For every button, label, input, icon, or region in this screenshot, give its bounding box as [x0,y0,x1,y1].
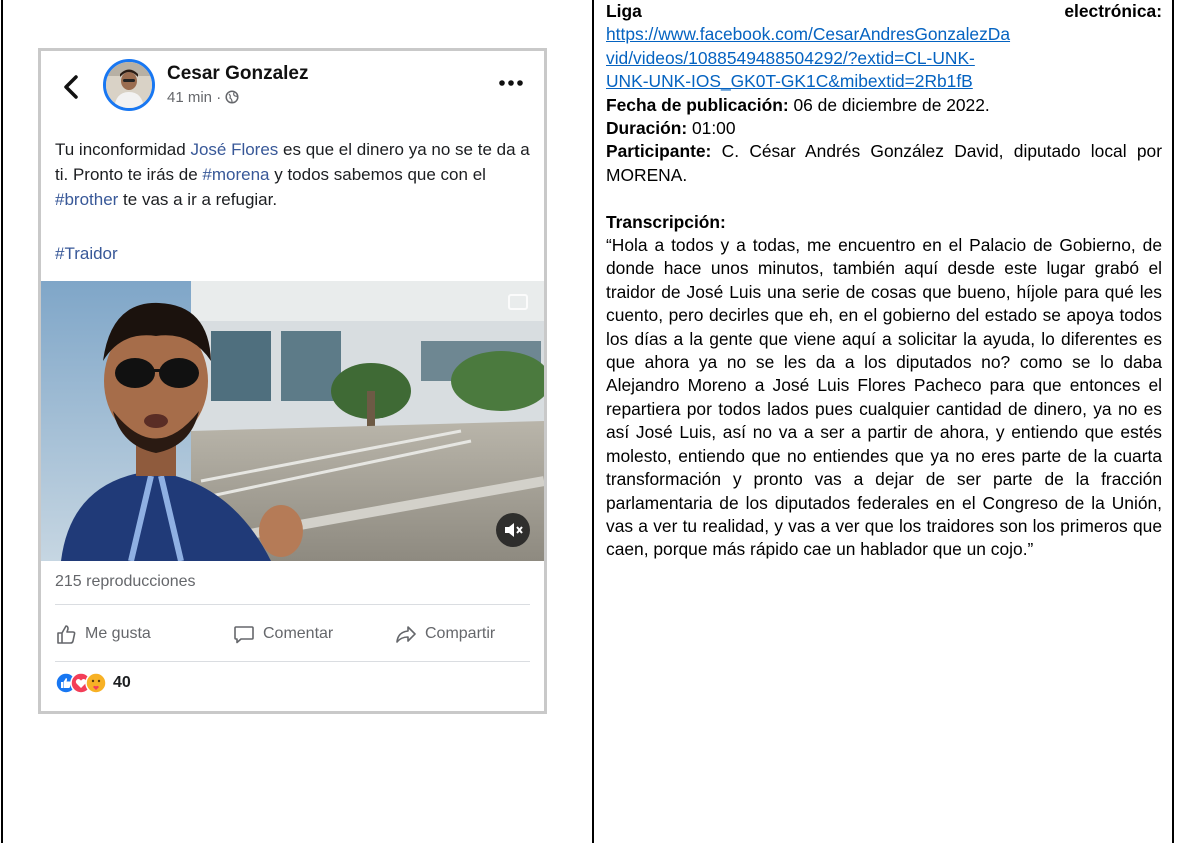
fecha-value: 06 de diciembre de 2022. [788,94,990,115]
video-frame [41,281,544,561]
share-arrow-icon [396,626,416,643]
transcription-text: “Hola a todos y a todas, me encuentro en… [606,235,1162,560]
post-action-bar: Me gusta Comentar Compartir [41,617,544,651]
url-line: https://www.facebook.com/CesarAndresGonz… [606,24,1011,45]
post-author-name[interactable]: Cesar Gonzalez [167,63,309,85]
more-horizontal-icon[interactable] [498,73,524,93]
post-text-segment: te vas a ir a refugiar. [118,190,278,209]
post-body-text: Tu inconformidad José Flores es que el d… [55,137,535,212]
comment-label: Comentar [263,625,334,642]
divider [55,661,530,662]
fecha-label: Fecha de publicación: [606,94,789,115]
url-line: vid/videos/1088549488504292/?extid=CL-UN… [606,47,975,68]
reaction-count: 40 [113,674,131,691]
table-border-right [1172,0,1174,843]
post-text-segment: Tu inconformidad [55,140,191,159]
reaction-summary[interactable]: 40 [55,671,131,695]
transcripcion-label: Transcripción: [606,211,726,232]
like-label: Me gusta [85,625,151,642]
post-text-segment: y todos sabemos que con el [269,165,486,184]
hashtag-link[interactable]: #brother [55,190,118,209]
liga-label-2: electrónica: [1064,1,1162,21]
post-time: 41 min · [167,89,226,106]
share-button[interactable]: Compartir [395,617,495,651]
share-label: Compartir [425,625,496,642]
duracion-value: 01:00 [687,118,736,139]
transcription-heading: Transcripción: [606,211,1162,234]
facebook-post-screenshot: Cesar Gonzalez 41 min · Tu inconformidad… [38,48,547,714]
hashtag-traidor-link[interactable]: #Traidor [55,244,118,264]
evidence-description: Liga electrónica: https://www.facebook.c… [606,0,1162,562]
participante-label: Participante: [606,141,712,162]
view-count: 215 reproducciones [55,573,196,590]
publication-date: Fecha de publicación: 06 de diciembre de… [606,94,1162,117]
participant: Participante: C. César Andrés González D… [606,140,1162,187]
facebook-url-link[interactable]: https://www.facebook.com/CesarAndresGonz… [606,23,1162,93]
reaction-icons [55,672,109,694]
table-border-middle [592,0,594,843]
duration: Duración: 01:00 [606,117,1162,140]
duracion-label: Duración: [606,118,688,139]
like-button[interactable]: Me gusta [55,617,151,651]
video-player[interactable] [41,281,544,561]
care-reaction-icon [85,672,107,694]
post-timestamp: 41 min · [167,89,239,106]
globe-icon [225,90,239,104]
comment-bubble-icon [234,626,254,644]
avatar[interactable] [103,59,155,111]
hashtag-link[interactable]: #morena [202,165,269,184]
liga-label-1: Liga [606,1,642,21]
speaker-muted-icon[interactable] [496,513,530,547]
thumbs-up-icon [57,625,76,644]
mention-link[interactable]: José Flores [190,140,278,159]
post-header: Cesar Gonzalez 41 min · [41,51,544,121]
liga-heading: Liga electrónica: [606,0,1162,23]
url-line: UNK-UNK-IOS_GK0T-GK1C&mibextid=2Rb1fB [606,71,973,92]
chevron-left-icon[interactable] [57,71,85,103]
table-border-left [1,0,3,843]
divider [55,604,530,605]
comment-button[interactable]: Comentar [233,617,333,651]
